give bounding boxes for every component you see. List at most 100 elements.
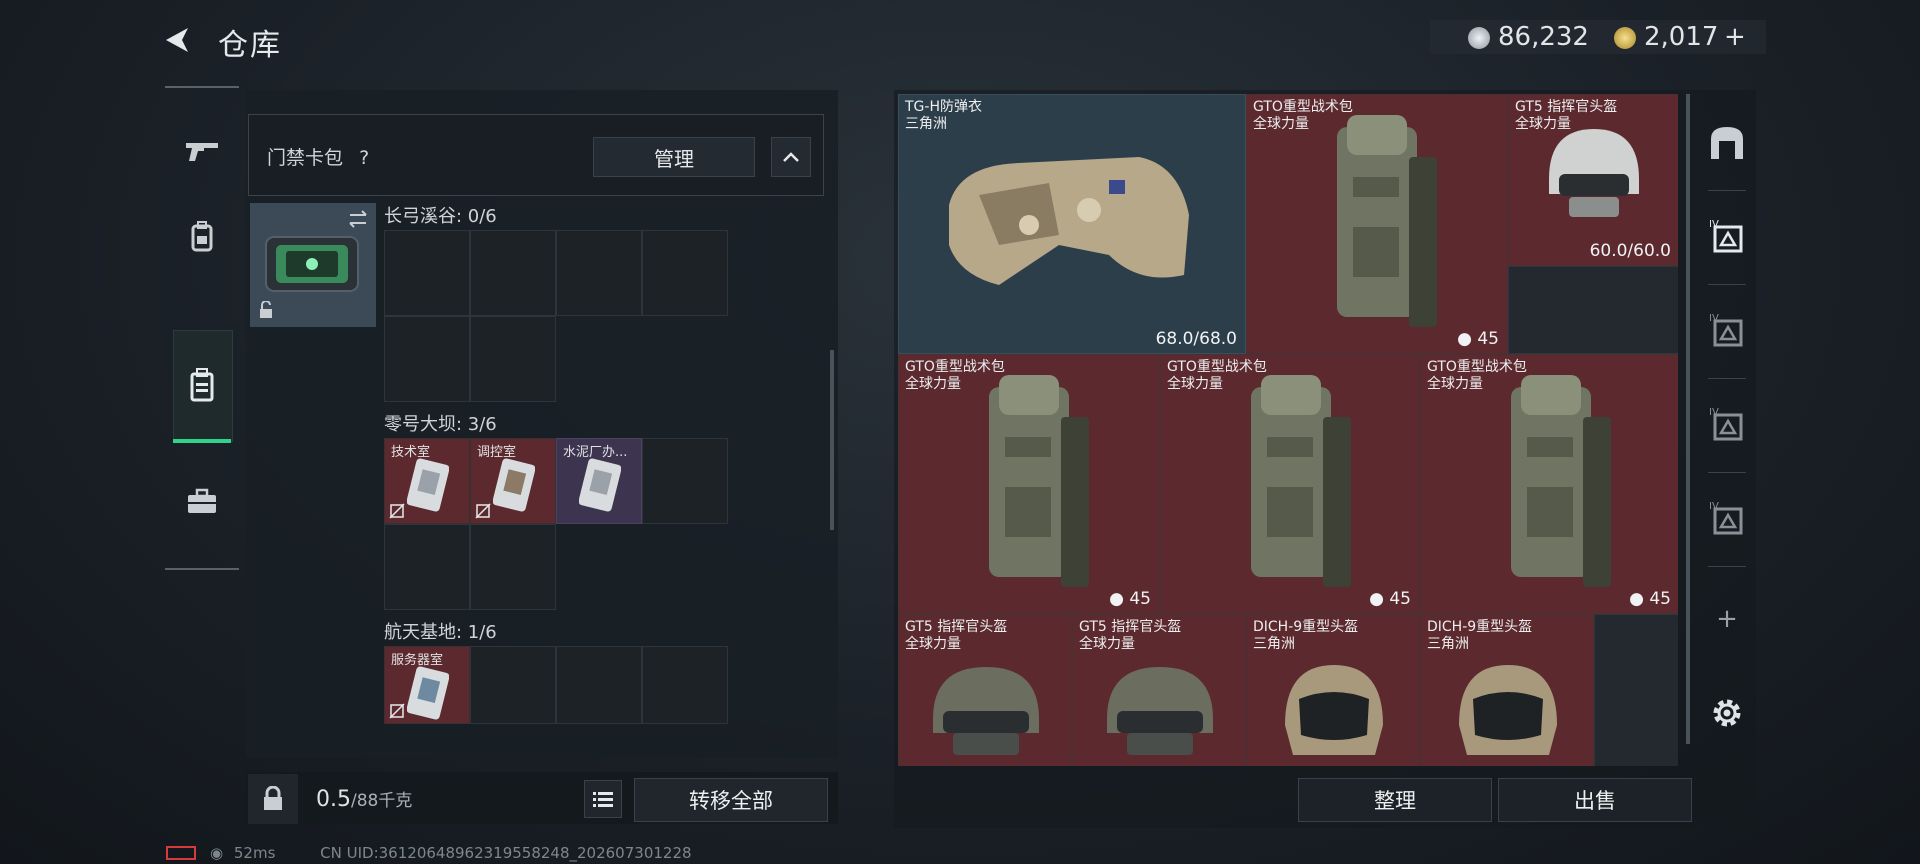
transfer-all-button[interactable]: 转移全部 [634,778,828,822]
empty-slot[interactable] [642,230,728,316]
container-tab-3[interactable]: IV [1700,396,1754,450]
inventory-item[interactable]: GT5 指挥官头盔 全球力量 60.0/60.0 [1508,94,1678,266]
container-tab-stash[interactable] [1700,116,1754,170]
backpack-item-icon [989,375,1089,587]
inventory-item[interactable]: DICH-9重型头盔 三角洲 [1246,614,1420,766]
rail-divider [1708,190,1746,191]
status-footer: ◉ 52ms CN UID:3612064896231955824​8_2026… [166,844,692,862]
item-name: DICH-9重型头盔 三角洲 [1427,619,1533,652]
rail-item-keycards[interactable] [173,356,231,414]
card-wallet-title: 门禁卡包 ? [267,143,369,170]
currency-bar: 86,232 2,017 + [1430,20,1766,54]
inventory-scrollbar[interactable] [1686,94,1690,744]
backpack-item-icon [1511,375,1611,587]
lock-button[interactable] [248,774,298,824]
settings-button[interactable] [1700,686,1754,740]
empty-slot[interactable] [470,646,556,724]
rail-divider [1708,472,1746,473]
empty-slot[interactable] [384,316,470,402]
helmet-icon [1459,665,1557,755]
empty-slot[interactable] [470,316,556,402]
item-capacity: ● 45 [1629,589,1671,609]
keycard-item[interactable]: 技术室 [384,438,470,524]
level-iv-case-icon: IV [1709,407,1743,441]
uid-text: CN UID:3612064896231955824​8_20260730122… [320,844,692,862]
back-button[interactable] [160,22,200,62]
rail-item-weapons[interactable] [173,122,231,180]
inventory-item[interactable]: TG-H防弹衣 三角洲 68.0/68.0 [898,94,1246,354]
inventory-item[interactable]: GT5 指挥官头盔 全球力量 [898,614,1072,766]
help-icon[interactable]: ? [359,147,369,169]
keycard-item[interactable]: 水泥厂办... [556,438,642,524]
list-view-button[interactable] [584,780,622,818]
add-currency-button[interactable]: + [1724,22,1746,52]
backpack-item-icon [1251,375,1351,587]
empty-slot[interactable] [642,438,728,524]
inventory-item[interactable]: GTO重型战术包 全球力量 ● 45 [1420,354,1678,614]
helmet-icon [1107,667,1213,755]
item-capacity: ● 45 [1369,589,1411,609]
keycard-icon [579,458,621,512]
keycard-item[interactable]: 调控室 [470,438,556,524]
collapse-button[interactable] [771,137,811,177]
keycard-icon [407,458,449,512]
lock-icon [264,786,282,810]
empty-slot[interactable] [556,230,642,316]
keycard-item[interactable]: 服务器室 [384,646,470,724]
card-wallet-slot[interactable] [250,203,376,327]
container-tab-4[interactable]: IV [1700,490,1754,544]
weight-value: 0.5 [316,787,351,812]
inventory-item[interactable]: GTO重型战术包 全球力量 ● 45 [1246,94,1508,354]
rail-divider [1708,378,1746,379]
page-title: 仓库 [218,28,282,63]
item-durability: 68.0/68.0 [1155,329,1237,349]
sell-button[interactable]: 出售 [1498,778,1692,822]
keycard-icon [407,666,449,720]
gear-icon [1713,699,1741,727]
empty-slot[interactable] [384,230,470,316]
swap-icon[interactable] [346,207,370,231]
no-insure-icon [389,503,405,519]
gold-coin-icon [1614,27,1636,49]
sort-button[interactable]: 整理 [1298,778,1492,822]
rail-divider [165,568,239,570]
weight-max: /88千克 [351,791,413,811]
empty-slot[interactable] [1594,614,1678,766]
section-label: 零号大坝: 3/6 [384,414,497,435]
item-name: GT5 指挥官头盔 全球力量 [1079,619,1182,652]
empty-slot[interactable] [556,646,642,724]
helmet-icon [1285,665,1383,755]
empty-slot[interactable] [384,524,470,610]
inventory-item[interactable]: GT5 指挥官头盔 全球力量 [1072,614,1246,766]
keycard-scrollbar[interactable] [830,350,834,530]
body-armor-icon [949,157,1189,285]
rail-item-toolbox[interactable] [173,472,231,530]
chevron-up-icon [783,152,799,162]
silver-currency-value: 86,232 [1498,22,1589,52]
card-case-icon [190,368,214,402]
manage-button[interactable]: 管理 [593,137,755,177]
backpack-icon [191,221,213,252]
keycard-icon [493,458,535,512]
inventory-item[interactable]: GTO重型战术包 全球力量 ● 45 [1160,354,1420,614]
item-capacity: ● 45 [1457,329,1499,349]
rail-item-equipment[interactable] [173,208,231,266]
container-tab-1[interactable]: IV [1700,208,1754,262]
inventory-item[interactable]: GTO重型战术包 全球力量 ● 45 [898,354,1160,614]
empty-slot[interactable] [470,230,556,316]
helmet-icon [933,667,1039,755]
empty-slot[interactable] [642,646,728,724]
card-wallet-label: 门禁卡包 [267,147,344,169]
back-arrow-icon [166,28,188,52]
list-icon [593,792,613,807]
empty-slot[interactable] [470,524,556,610]
empty-slot[interactable] [1508,266,1678,354]
item-capacity: ● 45 [1109,589,1151,609]
add-container-button[interactable]: + [1700,592,1754,646]
inventory-item[interactable]: DICH-9重型头盔 三角洲 [1420,614,1594,766]
gold-currency-value: 2,017 [1644,22,1719,52]
section-label: 长弓溪谷: 0/6 [384,206,497,227]
container-rail: IV IV IV IV + [1694,94,1760,774]
container-tab-2[interactable]: IV [1700,302,1754,356]
level-iv-case-icon: IV [1709,501,1743,535]
